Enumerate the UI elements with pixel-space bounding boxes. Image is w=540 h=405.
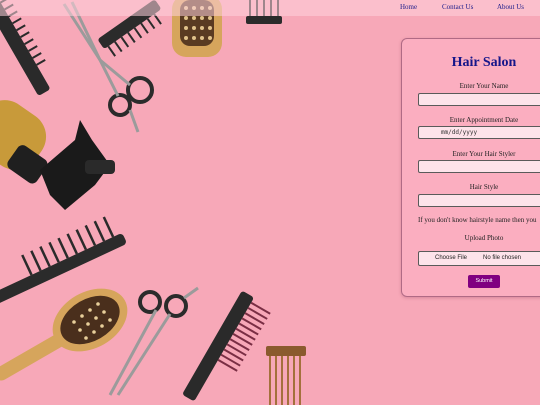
file-status: No file chosen	[483, 255, 522, 261]
upload-label: Upload Photo	[464, 234, 504, 242]
nav-link-about[interactable]: About Us	[497, 3, 524, 11]
hairstyle-label: Hair Style	[469, 183, 499, 191]
nav-link-contact[interactable]: Contact Us	[442, 3, 473, 11]
appointment-form: Hair Salon Enter Your Name Enter Appoint…	[401, 38, 540, 297]
stylist-input[interactable]	[418, 160, 540, 173]
name-input[interactable]	[418, 93, 540, 106]
hairstyle-hint: If you don't know hairstyle name then yo…	[418, 216, 537, 224]
nav-link-home[interactable]: Home	[400, 3, 417, 11]
stylist-label: Enter Your Hair Styler	[452, 150, 516, 158]
hairstyle-input[interactable]	[418, 194, 540, 207]
date-label: Enter Appointment Date	[449, 116, 519, 124]
date-input[interactable]: mm/dd/yyyy	[418, 126, 540, 139]
submit-button[interactable]: Submit	[468, 275, 500, 288]
date-placeholder: mm/dd/yyyy	[440, 129, 478, 136]
form-title: Hair Salon	[451, 55, 517, 70]
choose-file-button[interactable]: Choose File	[435, 255, 467, 261]
name-label: Enter Your Name	[459, 82, 509, 90]
navbar: Home Contact Us About Us	[0, 0, 540, 16]
photo-file-input[interactable]: Choose File No file chosen	[418, 251, 540, 266]
